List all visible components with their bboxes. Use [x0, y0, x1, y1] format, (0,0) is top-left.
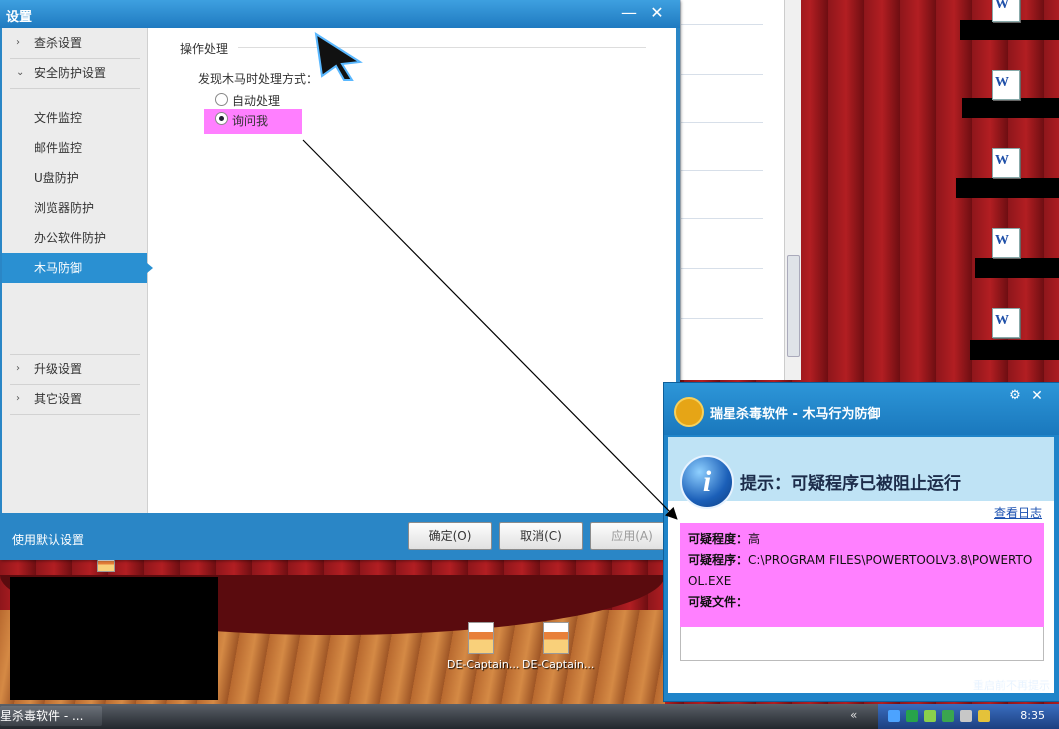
sidebar-item-usb-protection[interactable]: U盘防护 [2, 163, 147, 193]
trojan-defense-popup: 瑞星杀毒软件 - 木马行为防御 ⚙ ✕ i 提示：可疑程序已被阻止运行 查看日志… [663, 382, 1059, 702]
sidebar-item-update-settings[interactable]: › 升级设置 [2, 354, 147, 384]
sidebar-item-trojan-defense[interactable]: 木马防御 [2, 253, 153, 283]
antivirus-icon[interactable] [942, 710, 954, 722]
rising-tray-icon[interactable] [978, 710, 990, 722]
trojan-action-prompt: 发现木马时处理方式： [198, 72, 319, 86]
scrollbar-thumb[interactable] [787, 255, 800, 357]
network-icon[interactable] [888, 710, 900, 722]
word-doc-icon[interactable] [992, 70, 1020, 100]
system-tray: 8:35 [878, 704, 1059, 729]
window-title: 设置 [6, 10, 33, 25]
sidebar-item-file-monitor[interactable]: 文件监控 [2, 103, 147, 133]
popup-headline: 提示：可疑程序已被阻止运行 [740, 474, 961, 494]
sidebar-item-label: 邮件监控 [34, 141, 83, 155]
sidebar-item-security-settings[interactable]: ⌄ 安全防护设置 [2, 58, 147, 88]
sidebar-item-office-protection[interactable]: 办公软件防护 [2, 223, 147, 253]
taskbar: 星杀毒软件 - ... « 8:35 [0, 704, 1059, 729]
program-label: 可疑程序： [688, 553, 749, 567]
ok-button[interactable]: 确定(O) [408, 522, 492, 550]
apply-button[interactable]: 应用(A) [590, 522, 674, 550]
chevron-right-icon: › [16, 363, 20, 374]
sidebar-item-label: 浏览器防护 [34, 201, 95, 215]
popup-titlebar[interactable]: 瑞星杀毒软件 - 木马行为防御 ⚙ ✕ [664, 383, 1059, 435]
sidebar-item-label: 查杀设置 [34, 36, 83, 50]
view-log-link[interactable]: 查看日志 [994, 504, 1042, 521]
sidebar-item-label: 升级设置 [34, 362, 83, 376]
level-label: 可疑程度： [688, 532, 749, 546]
sidebar-item-label: 木马防御 [34, 261, 83, 275]
section-divider [238, 47, 646, 48]
level-value: 高 [748, 532, 761, 546]
use-default-settings-link[interactable]: 使用默认设置 [12, 531, 84, 548]
cancel-button[interactable]: 取消(C) [499, 522, 583, 550]
desktop-black-area [10, 577, 218, 700]
radio-ask-me[interactable] [215, 112, 228, 125]
popup-title: 瑞星杀毒软件 - 木马行为防御 [710, 407, 881, 422]
taskbar-button-rising[interactable]: 星杀毒软件 - ... [0, 706, 102, 726]
background-window-list [680, 0, 801, 380]
file-icon[interactable] [543, 622, 569, 654]
settings-window: 设置 — ✕ › 查杀设置 ⌄ 安全防护设置 文件监控 邮件监控 U盘防护 浏览… [0, 0, 680, 560]
tray-expand-icon[interactable]: « [850, 708, 857, 722]
detail-panel: 可疑程度：高 可疑程序：C:\PROGRAM FILES\POWERTOOLV3… [680, 523, 1044, 627]
settings-sidebar: › 查杀设置 ⌄ 安全防护设置 文件监控 邮件监控 U盘防护 浏览器防护 办公软… [2, 28, 153, 513]
radio-label-auto-handle[interactable]: 自动处理 [232, 92, 280, 109]
radio-label-ask-me[interactable]: 询问我 [232, 112, 268, 129]
sidebar-item-browser-protection[interactable]: 浏览器防护 [2, 193, 147, 223]
chevron-right-icon: › [16, 37, 20, 48]
gear-icon[interactable]: ⚙ [1006, 387, 1024, 405]
file-icon[interactable] [468, 622, 494, 654]
file-label: 可疑文件： [688, 595, 749, 609]
word-doc-icon[interactable] [992, 0, 1020, 22]
info-icon: i [680, 455, 734, 509]
word-doc-icon[interactable] [992, 308, 1020, 338]
settings-footer: 使用默认设置 确定(O) 取消(C) 应用(A) [0, 513, 680, 560]
close-button[interactable]: ✕ [648, 4, 666, 22]
clock[interactable]: 8:35 [1020, 709, 1045, 722]
rising-lion-logo-icon [674, 397, 704, 427]
popup-close-button[interactable]: ✕ [1028, 387, 1046, 405]
word-doc-icon[interactable] [992, 148, 1020, 178]
chevron-down-icon: ⌄ [16, 67, 25, 78]
chevron-right-icon: › [16, 393, 20, 404]
sidebar-item-label: 其它设置 [34, 392, 83, 406]
settings-titlebar[interactable]: 设置 — ✕ [0, 0, 680, 28]
popup-body: i 提示：可疑程序已被阻止运行 查看日志 可疑程度：高 可疑程序：C:\PROG… [668, 437, 1054, 693]
sidebar-item-label: 文件监控 [34, 111, 83, 125]
minimize-button[interactable]: — [620, 4, 638, 22]
watermark-text: 瑞星卡卡 [928, 670, 1017, 695]
background-scrollbar[interactable] [784, 0, 801, 380]
sidebar-divider [10, 88, 140, 89]
sidebar-item-label: 办公软件防护 [34, 231, 107, 245]
desktop-icon-label[interactable]: DE-Captain... [522, 658, 594, 671]
settings-body: › 查杀设置 ⌄ 安全防护设置 文件监控 邮件监控 U盘防护 浏览器防护 办公软… [2, 28, 676, 513]
security-icon[interactable] [924, 710, 936, 722]
radio-auto-handle[interactable] [215, 93, 228, 106]
desktop-icon-label[interactable]: DE-Captain... [447, 658, 519, 671]
sidebar-item-other-settings[interactable]: › 其它设置 [2, 384, 147, 414]
sidebar-item-mail-monitor[interactable]: 邮件监控 [2, 133, 147, 163]
sidebar-item-label: 安全防护设置 [34, 66, 107, 80]
volume-icon[interactable] [960, 710, 972, 722]
word-doc-icon[interactable] [992, 228, 1020, 258]
sidebar-item-label: U盘防护 [34, 171, 79, 185]
sidebar-divider [10, 414, 140, 415]
sidebar-item-scan-settings[interactable]: › 查杀设置 [2, 28, 147, 58]
mouse-cursor-icon [314, 32, 363, 81]
section-title: 操作处理 [180, 42, 229, 56]
sync-icon[interactable] [906, 710, 918, 722]
